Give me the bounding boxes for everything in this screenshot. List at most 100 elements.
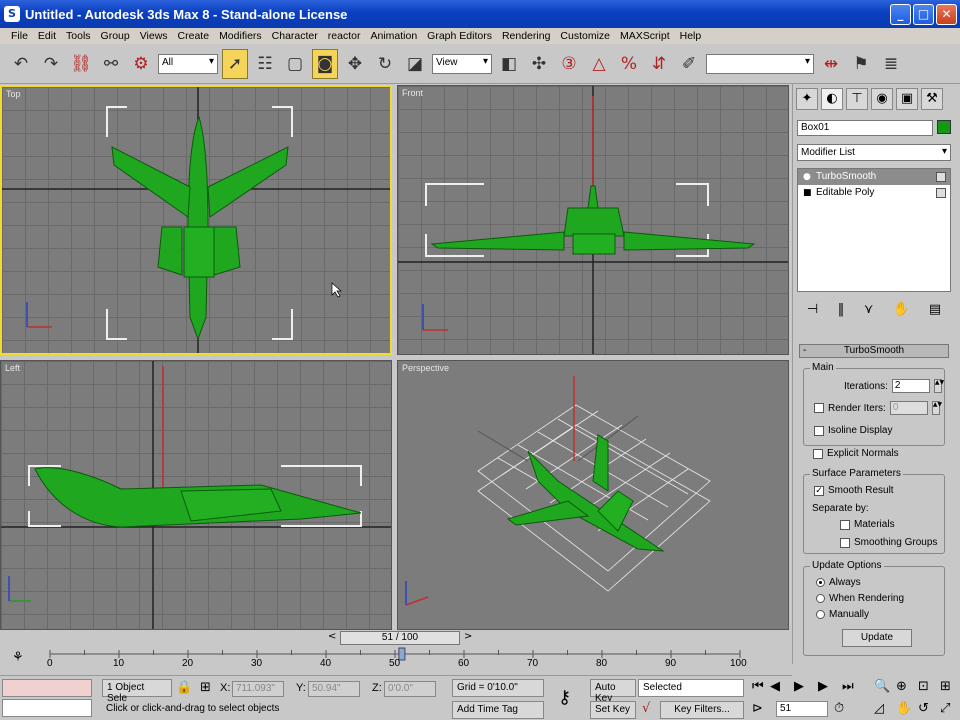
lock-selection-icon[interactable]: 🔒: [176, 680, 192, 695]
rollout-header[interactable]: - TurboSmooth: [799, 344, 949, 358]
arc-rotate-icon[interactable]: ↺: [918, 701, 929, 716]
pan-view-icon[interactable]: ✋: [896, 701, 912, 716]
explicit-normals-checkbox[interactable]: [813, 448, 823, 459]
menu-help[interactable]: Help: [675, 30, 707, 42]
viewport-front[interactable]: Front: [397, 85, 789, 355]
snap-toggle-icon[interactable]: ③: [556, 49, 582, 79]
remove-modifier-icon[interactable]: ✋: [893, 302, 909, 317]
reference-coordinate-dropdown[interactable]: View: [432, 53, 492, 74]
zoom-all-icon[interactable]: ⊕: [896, 679, 907, 694]
update-button[interactable]: Update: [842, 629, 912, 647]
menu-animation[interactable]: Animation: [365, 30, 422, 42]
menu-graph-editors[interactable]: Graph Editors: [422, 30, 497, 42]
key-filters-button[interactable]: Key Filters...: [660, 701, 744, 719]
track-bar[interactable]: ⚘ 0 10 20 30 40 50 60 70 80 90 100: [0, 646, 792, 676]
window-crossing-icon[interactable]: ◙: [312, 48, 338, 79]
unlink-icon[interactable]: ⚯: [98, 49, 124, 79]
previous-frame-icon[interactable]: ◀: [770, 679, 780, 694]
prev-frame-arrow-icon[interactable]: <: [328, 631, 340, 645]
set-key-mode-icon[interactable]: ⚷: [558, 687, 571, 708]
viewport-left[interactable]: Left: [0, 360, 392, 630]
rectangular-selection-icon[interactable]: ▢: [282, 49, 308, 79]
motion-tab-icon[interactable]: ◉: [871, 88, 893, 110]
iterations-spinner[interactable]: 2: [891, 379, 930, 393]
pivot-center-icon[interactable]: ◧: [496, 49, 522, 79]
app-icon[interactable]: S: [4, 6, 20, 22]
go-to-end-icon[interactable]: ⏭: [842, 679, 854, 694]
spinner-snap-icon[interactable]: ⇵: [646, 49, 672, 79]
when-rendering-radio[interactable]: [816, 594, 825, 603]
hierarchy-tab-icon[interactable]: ⊤: [846, 88, 868, 110]
pin-stack-icon[interactable]: ⊣: [807, 302, 818, 317]
select-by-name-icon[interactable]: ☷: [252, 49, 278, 79]
maximize-viewport-icon[interactable]: ⤢: [940, 701, 950, 716]
time-slider[interactable]: 51 / 100: [340, 631, 460, 645]
maxscript-listener[interactable]: [2, 679, 92, 697]
render-iters-spinner[interactable]: 0: [889, 401, 928, 415]
play-icon[interactable]: ▶: [794, 679, 804, 694]
utilities-tab-icon[interactable]: ⚒: [921, 88, 943, 110]
default-in-out-tangents-icon[interactable]: √: [642, 701, 650, 716]
modifier-list-dropdown[interactable]: Modifier List: [797, 144, 951, 161]
materials-checkbox[interactable]: [840, 519, 850, 530]
layer-manager-icon[interactable]: ≣: [878, 49, 904, 79]
auto-key-button[interactable]: Auto Key: [590, 679, 636, 704]
object-name-field[interactable]: Box01: [797, 120, 933, 136]
key-mode-dropdown[interactable]: Selected: [638, 679, 744, 697]
create-tab-icon[interactable]: ✦: [796, 88, 818, 110]
show-end-result-icon[interactable]: ‖: [838, 302, 845, 317]
angle-snap-icon[interactable]: △: [586, 49, 612, 79]
zoom-extents-all-icon[interactable]: ⊞: [940, 679, 951, 694]
next-frame-icon[interactable]: ▶: [818, 679, 828, 694]
y-coordinate-field[interactable]: 50.94": [308, 681, 360, 697]
modifier-stack[interactable]: ● TurboSmooth ■ Editable Poly: [797, 168, 951, 292]
always-radio[interactable]: [816, 578, 825, 587]
display-tab-icon[interactable]: ▣: [896, 88, 918, 110]
field-of-view-icon[interactable]: ◿: [874, 701, 884, 716]
menu-reactor[interactable]: reactor: [323, 30, 366, 42]
configure-modifier-sets-icon[interactable]: ▤: [929, 302, 941, 317]
named-selection-dropdown[interactable]: [706, 53, 814, 74]
viewport-perspective[interactable]: Perspective: [397, 360, 789, 630]
isoline-display-checkbox[interactable]: [814, 425, 824, 436]
z-coordinate-field[interactable]: 0'0.0": [384, 681, 436, 697]
named-selection-sets-icon[interactable]: ✐: [676, 49, 702, 79]
smoothing-groups-checkbox[interactable]: [840, 537, 850, 548]
menu-group[interactable]: Group: [96, 30, 135, 42]
time-configuration-icon[interactable]: ⏱: [834, 701, 844, 716]
select-and-scale-icon[interactable]: ◪: [402, 49, 428, 79]
menu-rendering[interactable]: Rendering: [497, 30, 555, 42]
zoom-extents-icon[interactable]: ⊡: [918, 679, 929, 694]
x-coordinate-field[interactable]: 711.093": [232, 681, 284, 697]
bind-space-warp-icon[interactable]: ⚙: [128, 49, 154, 79]
maxscript-mini-listener[interactable]: [2, 699, 92, 717]
redo-icon[interactable]: ↷: [38, 49, 64, 79]
menu-modifiers[interactable]: Modifiers: [214, 30, 267, 42]
spinner-arrows[interactable]: ▲▼: [931, 401, 942, 415]
select-and-link-icon[interactable]: ⛓: [68, 49, 94, 79]
select-and-manipulate-icon[interactable]: ✣: [526, 49, 552, 79]
modify-tab-icon[interactable]: ◐: [821, 88, 843, 110]
select-object-icon[interactable]: ➚: [222, 48, 248, 79]
go-to-start-icon[interactable]: ⏮: [752, 679, 764, 694]
absolute-mode-icon[interactable]: ⊞: [200, 680, 211, 695]
menu-file[interactable]: File: [6, 30, 33, 42]
maximize-button[interactable]: □: [913, 4, 934, 25]
make-unique-icon[interactable]: ⋎: [864, 302, 874, 317]
object-color-swatch[interactable]: [937, 120, 951, 134]
next-frame-arrow-icon[interactable]: >: [464, 631, 476, 645]
menu-character[interactable]: Character: [267, 30, 323, 42]
select-and-rotate-icon[interactable]: ↻: [372, 49, 398, 79]
menu-views[interactable]: Views: [135, 30, 173, 42]
viewport-top[interactable]: Top: [0, 85, 392, 355]
mirror-icon[interactable]: ⇹: [818, 49, 844, 79]
stack-item-editable-poly[interactable]: ■ Editable Poly: [798, 185, 950, 201]
add-time-tag-button[interactable]: Add Time Tag: [452, 701, 544, 719]
align-icon[interactable]: ⚑: [848, 49, 874, 79]
close-button[interactable]: ✕: [936, 4, 957, 25]
key-mode-toggle-icon[interactable]: ⊳: [752, 701, 763, 716]
menu-customize[interactable]: Customize: [555, 30, 615, 42]
manually-radio[interactable]: [816, 610, 825, 619]
spinner-arrows[interactable]: ▲▼: [933, 379, 944, 393]
menu-edit[interactable]: Edit: [33, 30, 61, 42]
